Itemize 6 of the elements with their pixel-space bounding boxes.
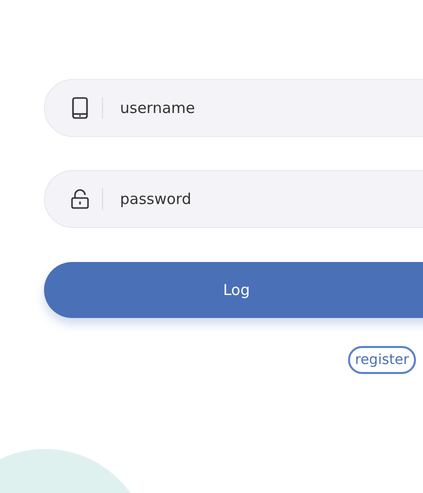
register-link[interactable]: register bbox=[348, 346, 416, 374]
lock-icon bbox=[70, 188, 90, 210]
phone-icon bbox=[70, 97, 90, 119]
login-button[interactable]: Log bbox=[44, 262, 423, 318]
password-field[interactable]: password bbox=[44, 170, 423, 228]
username-field[interactable]: username bbox=[44, 79, 423, 137]
